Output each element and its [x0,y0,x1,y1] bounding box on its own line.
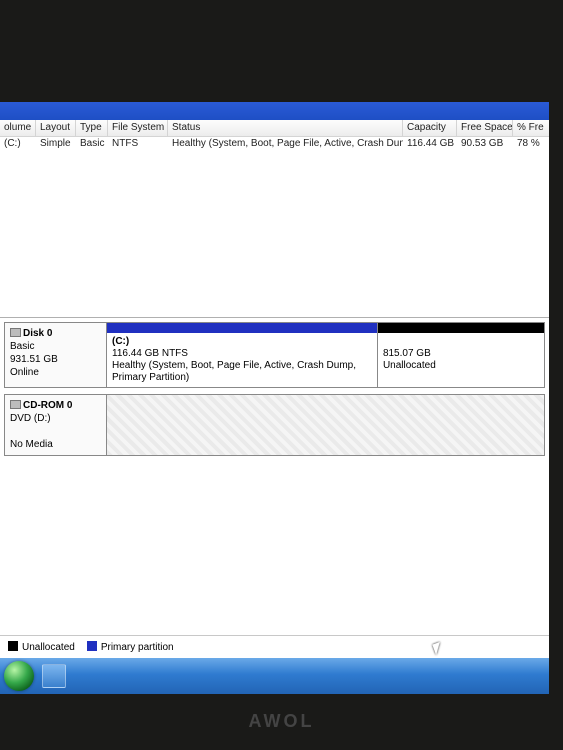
partition-unalloc-size: 815.07 GB [383,348,431,359]
swatch-unallocated [8,641,18,651]
cdrom0-row[interactable]: CD-ROM 0 DVD (D:) No Media [4,394,545,456]
taskbar-app-icon[interactable] [42,664,66,688]
cell-status: Healthy (System, Boot, Page File, Active… [168,137,403,153]
partition-c-bar [107,323,377,333]
cdrom0-status: No Media [10,439,53,450]
cell-fs: NTFS [108,137,168,153]
monitor-brand: AWOL [0,711,563,732]
partition-c-detail: 116.44 GB NTFS [112,348,188,359]
disk0-type: Basic [10,341,34,352]
col-pctfree[interactable]: % Fre [513,120,549,136]
disk-icon [10,328,21,337]
col-capacity[interactable]: Capacity [403,120,457,136]
partition-unallocated[interactable]: 815.07 GB Unallocated [378,323,544,387]
cell-capacity: 116.44 GB [403,137,457,153]
legend-unallocated: Unallocated [8,641,75,653]
partition-unalloc-bar [378,323,544,333]
partition-unalloc-label: Unallocated [383,360,436,371]
taskbar[interactable] [0,658,549,694]
swatch-primary [87,641,97,651]
cell-volume: (C:) [0,137,36,153]
volume-list[interactable]: (C:) Simple Basic NTFS Healthy (System, … [0,137,549,317]
disk0-info: Disk 0 Basic 931.51 GB Online [5,323,107,387]
col-freespace[interactable]: Free Space [457,120,513,136]
col-layout[interactable]: Layout [36,120,76,136]
cell-type: Basic [76,137,108,153]
partition-c[interactable]: (C:) 116.44 GB NTFS Healthy (System, Boo… [107,323,378,387]
disk-management-client: olume Layout Type File System Status Cap… [0,120,549,658]
partition-c-name: (C:) [112,336,129,347]
col-filesystem[interactable]: File System [108,120,168,136]
partition-c-status: Healthy (System, Boot, Page File, Active… [112,360,356,383]
col-type[interactable]: Type [76,120,108,136]
col-status[interactable]: Status [168,120,403,136]
window-titlebar[interactable] [0,102,549,120]
disk0-title: Disk 0 [23,328,52,339]
disk0-row[interactable]: Disk 0 Basic 931.51 GB Online (C:) 116.4… [4,322,545,388]
cdrom0-empty [107,395,544,455]
disk0-size: 931.51 GB [10,354,58,365]
disk-graphical-pane: Disk 0 Basic 931.51 GB Online (C:) 116.4… [0,317,549,635]
cell-layout: Simple [36,137,76,153]
cell-pct: 78 % [513,137,549,153]
cdrom-icon [10,400,21,409]
col-volume[interactable]: olume [0,120,36,136]
disk0-status: Online [10,367,39,378]
legend-primary: Primary partition [87,641,174,653]
volume-list-header[interactable]: olume Layout Type File System Status Cap… [0,120,549,137]
cell-free: 90.53 GB [457,137,513,153]
start-button[interactable] [4,661,34,691]
volume-row-c[interactable]: (C:) Simple Basic NTFS Healthy (System, … [0,137,549,153]
legend: Unallocated Primary partition [0,635,549,658]
cdrom0-device: DVD (D:) [10,413,51,424]
cdrom0-info: CD-ROM 0 DVD (D:) No Media [5,395,107,455]
cdrom0-title: CD-ROM 0 [23,400,72,411]
